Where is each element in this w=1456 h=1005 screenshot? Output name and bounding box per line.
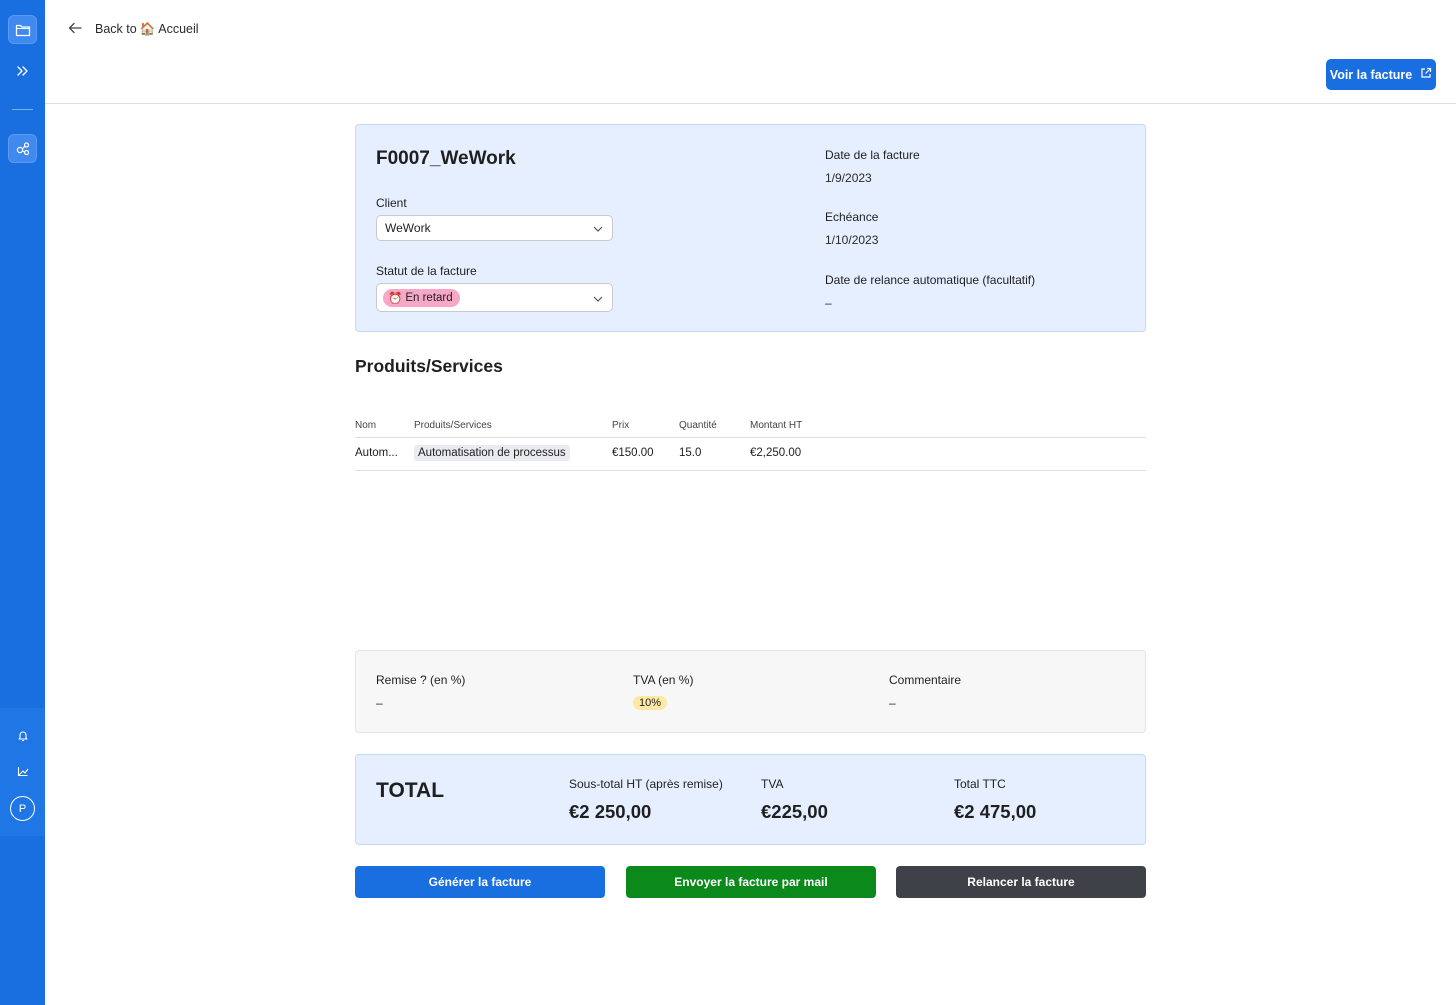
tva-amount-value: €225,00 (761, 801, 828, 822)
back-target: Accueil (158, 22, 199, 36)
bell-icon[interactable] (8, 721, 37, 750)
status-label: Statut de la facture (376, 264, 477, 278)
status-select[interactable]: ⏰ En retard (376, 283, 613, 312)
home-emoji-icon: 🏠 (139, 21, 156, 36)
cell-produit[interactable]: Automatisation de processus (414, 445, 570, 461)
commentaire-value: – (889, 696, 896, 710)
due-date-value: 1/10/2023 (825, 233, 879, 247)
tva-percent-badge: 10% (633, 696, 668, 710)
client-label: Client (376, 196, 407, 210)
view-invoice-label: Voir la facture (1329, 67, 1413, 82)
column-header-prix[interactable]: Prix (612, 420, 629, 431)
cell-quantite[interactable]: 15.0 (679, 447, 701, 459)
alarm-clock-icon: ⏰ (388, 292, 403, 305)
cell-montant[interactable]: €2,250.00 (750, 447, 801, 459)
sidebar: P (0, 0, 45, 1005)
table-header-divider (355, 437, 1146, 438)
send-invoice-mail-button[interactable]: Envoyer la facture par mail (626, 866, 876, 898)
remise-label: Remise ? (en %) (376, 673, 466, 687)
column-header-montant[interactable]: Montant HT (750, 420, 802, 431)
cell-nom[interactable]: Autom... (355, 447, 398, 459)
invoice-date-label: Date de la facture (825, 148, 920, 162)
folder-icon[interactable] (8, 15, 37, 44)
cell-prix[interactable]: €150.00 (612, 447, 654, 459)
tva-amount-label: TVA (761, 777, 784, 791)
integrations-icon[interactable] (8, 134, 37, 163)
subtotal-label: Sous-total HT (après remise) (569, 777, 723, 791)
product-chip: Automatisation de processus (414, 445, 570, 461)
back-link[interactable]: Back to 🏠 Accueil (68, 20, 199, 38)
avatar[interactable]: P (10, 796, 35, 821)
products-section-title: Produits/Services (355, 356, 503, 376)
total-ttc-label: Total TTC (954, 777, 1006, 791)
view-invoice-button[interactable]: Voir la facture (1326, 59, 1436, 90)
back-label: Back to (95, 22, 137, 36)
subtotal-value: €2 250,00 (569, 801, 652, 822)
status-value: En retard (405, 291, 453, 304)
invoice-date-value: 1/9/2023 (825, 171, 872, 185)
share-icon[interactable] (8, 756, 37, 785)
totals-card: TOTAL Sous-total HT (après remise) €2 25… (355, 754, 1146, 845)
invoice-details-card: F0007_WeWork Client WeWork Statut de la … (355, 124, 1146, 332)
generate-invoice-button[interactable]: Générer la facture (355, 866, 605, 898)
client-select[interactable]: WeWork (376, 215, 613, 241)
arrow-left-icon (68, 22, 83, 37)
reminder-date-label: Date de relance automatique (facultatif) (825, 273, 1036, 287)
extras-card: Remise ? (en %) – TVA (en %) 10% Comment… (355, 650, 1146, 733)
due-date-label: Echéance (825, 210, 879, 224)
reminder-date-value: – (825, 296, 832, 310)
chevron-down-icon (593, 221, 603, 235)
total-ttc-value: €2 475,00 (954, 801, 1037, 822)
remind-invoice-button[interactable]: Relancer la facture (896, 866, 1146, 898)
commentaire-label: Commentaire (889, 673, 962, 687)
client-value: WeWork (385, 221, 431, 235)
table-row-divider (355, 470, 1146, 471)
status-badge: ⏰ En retard (383, 288, 460, 307)
total-heading: TOTAL (376, 779, 445, 802)
column-header-produits[interactable]: Produits/Services (414, 420, 492, 431)
column-header-nom[interactable]: Nom (355, 420, 376, 431)
back-link-text: Back to 🏠 Accueil (95, 22, 199, 37)
sidebar-divider (12, 109, 33, 110)
chevron-down-icon (593, 291, 603, 305)
tva-percent-label: TVA (en %) (633, 673, 694, 687)
invoice-title: F0007_WeWork (376, 148, 516, 169)
expand-icon[interactable] (8, 56, 37, 85)
remise-value: – (376, 696, 383, 710)
column-header-quantite[interactable]: Quantité (679, 420, 717, 431)
external-link-icon (1420, 67, 1432, 82)
header-divider (45, 103, 1456, 104)
